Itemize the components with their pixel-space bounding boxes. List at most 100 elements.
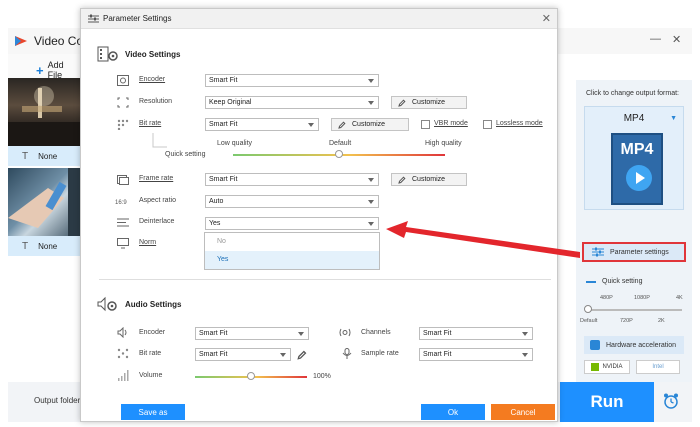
frame-rate-label: Frame rate <box>139 175 174 182</box>
audio-bitrate-label: Bit rate <box>139 350 162 357</box>
save-as-button[interactable]: Save as <box>121 404 185 420</box>
channels-icon <box>339 328 351 337</box>
dropdown-caret-icon <box>522 332 528 336</box>
subtitle-value: None <box>38 151 58 161</box>
tree-connector <box>152 133 167 148</box>
dropdown-triangle-icon: ▼ <box>670 115 677 122</box>
subtitle-bar[interactable]: T None <box>8 146 80 166</box>
lossless-mode-checkbox[interactable] <box>483 120 492 129</box>
quick-setting-label: Quick setting <box>602 278 643 285</box>
text-icon: T <box>22 240 29 252</box>
select-value: Smart Fit <box>199 330 228 337</box>
dropdown-caret-icon <box>368 79 374 83</box>
bitrate-customize-button[interactable]: Customize <box>331 118 409 131</box>
bitrate-icon <box>117 119 129 130</box>
pencil-icon <box>398 98 406 107</box>
volume-slider-knob[interactable] <box>247 372 255 380</box>
channels-label: Channels <box>361 329 391 336</box>
deinterlace-select[interactable]: Yes <box>205 217 379 230</box>
encoder-label: Encoder <box>139 76 166 83</box>
quick-setting-heading: Quick setting <box>586 278 642 285</box>
add-files-button[interactable]: + Add File <box>36 60 80 80</box>
nvidia-checkbox[interactable]: NVIDIA <box>584 360 630 374</box>
select-value: Smart Fit <box>423 330 452 337</box>
lossless-mode-label: Lossless mode <box>496 120 543 127</box>
aspect-ratio-select[interactable]: Auto <box>205 195 379 208</box>
high-quality-label: High quality <box>425 140 462 147</box>
select-value: Smart Fit <box>209 176 238 183</box>
subtitle-bar[interactable]: T None <box>8 236 80 256</box>
dropdown-option-yes[interactable]: Yes <box>205 251 379 269</box>
cancel-button[interactable]: Cancel <box>491 404 555 420</box>
minimize-icon[interactable]: — <box>650 33 661 45</box>
audio-settings-heading: Audio Settings <box>97 295 181 313</box>
audio-bitrate-select[interactable]: Smart Fit <box>195 348 291 361</box>
output-folder-label: Output folder: <box>34 396 83 405</box>
quality-slider-knob[interactable] <box>335 150 343 158</box>
sample-rate-select[interactable]: Smart Fit <box>419 348 533 361</box>
deinterlace-icon <box>117 218 129 227</box>
close-icon[interactable]: ✕ <box>672 33 681 46</box>
dropdown-caret-icon <box>308 123 314 127</box>
customize-label: Customize <box>352 121 386 128</box>
audio-encoder-label: Encoder <box>139 329 166 336</box>
select-value: Smart Fit <box>423 351 452 358</box>
settings-sliders-icon <box>88 14 99 23</box>
quick-setting-knob[interactable] <box>584 305 592 313</box>
dialog-titlebar: Parameter Settings ✕ <box>81 9 557 29</box>
dropdown-option-no[interactable]: No <box>205 233 379 251</box>
add-files-label: Add File <box>47 60 64 80</box>
audio-settings-icon <box>97 296 117 312</box>
parameter-settings-button[interactable]: Parameter settings <box>582 242 686 262</box>
resolution-icon <box>117 97 129 108</box>
mp4-file-icon: MP4 <box>611 133 663 205</box>
quick-setting-label: Quick setting <box>165 151 206 158</box>
concert-scene <box>8 86 80 146</box>
resolution-customize-button[interactable]: Customize <box>391 96 467 109</box>
app-logo-icon <box>15 36 27 46</box>
resolution-label: Resolution <box>139 98 173 105</box>
alarm-clock-icon[interactable] <box>662 392 680 410</box>
video-encoder-select[interactable]: Smart Fit <box>205 74 379 87</box>
default-quality-label: Default <box>329 140 352 147</box>
audio-encoder-icon <box>117 327 127 338</box>
dropdown-caret-icon <box>368 178 374 182</box>
bitrate-select[interactable]: Smart Fit <box>205 118 319 131</box>
hardware-acceleration-button[interactable]: Hardware acceleration <box>584 336 684 354</box>
intel-checkbox[interactable]: Intel <box>636 360 680 374</box>
output-panel: Click to change output format: MP4 ▼ MP4… <box>576 80 692 382</box>
plus-icon: + <box>36 62 44 78</box>
quick-tick-bottom: 2K <box>658 318 665 324</box>
dropdown-caret-icon <box>298 332 304 336</box>
audio-encoder-select[interactable]: Smart Fit <box>195 327 309 340</box>
pencil-icon[interactable] <box>297 350 307 360</box>
pencil-icon <box>338 120 346 129</box>
run-button[interactable]: Run <box>560 382 654 422</box>
select-value: Smart Fit <box>199 351 228 358</box>
microphone-icon <box>342 348 352 359</box>
ok-button[interactable]: Ok <box>421 404 485 420</box>
output-format-selector[interactable]: MP4 ▼ MP4 <box>584 106 684 210</box>
video-settings-icon <box>97 46 118 62</box>
quick-tick-bottom: 720P <box>620 318 633 324</box>
dropdown-caret-icon <box>368 200 374 204</box>
frame-rate-customize-button[interactable]: Customize <box>391 173 467 186</box>
quick-setting-track[interactable] <box>586 309 682 311</box>
play-icon <box>626 165 652 191</box>
video-thumbnail[interactable] <box>8 78 80 146</box>
channels-select[interactable]: Smart Fit <box>419 327 533 340</box>
close-icon[interactable]: ✕ <box>542 12 551 25</box>
select-value: Smart Fit <box>209 77 238 84</box>
audio-bitrate-icon <box>117 348 129 359</box>
hand-scene <box>8 168 80 236</box>
vbr-mode-checkbox[interactable] <box>421 120 430 129</box>
low-quality-label: Low quality <box>217 140 253 147</box>
video-thumbnail[interactable] <box>8 168 80 236</box>
frame-rate-select[interactable]: Smart Fit <box>205 173 379 186</box>
app-toolbar: + Add File <box>8 54 80 80</box>
quick-tick-top: 4K <box>676 295 683 301</box>
resolution-select[interactable]: Keep Original <box>205 96 379 109</box>
output-format-label: MP4 <box>623 113 645 124</box>
mp4-icon-text: MP4 <box>620 141 654 158</box>
sample-rate-label: Sample rate <box>361 350 399 357</box>
